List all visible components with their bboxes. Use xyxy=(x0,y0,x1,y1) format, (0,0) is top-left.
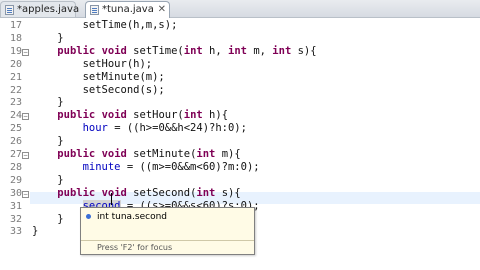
popup-field-entry[interactable]: int tuna.second xyxy=(83,211,167,223)
code-text: s){ xyxy=(291,44,317,57)
keyword-token: public xyxy=(57,44,96,57)
keyword-token: int xyxy=(272,44,292,57)
code-line[interactable]: } xyxy=(32,173,64,186)
line-number: 30 xyxy=(9,187,22,199)
keyword-token: int xyxy=(196,148,216,160)
code-line[interactable]: setTime(h,m,s); xyxy=(32,19,178,31)
line-number: 28 xyxy=(9,161,22,173)
line-number: 29 xyxy=(9,174,22,186)
code-text: } xyxy=(32,31,64,44)
line-number: 18 xyxy=(9,32,22,44)
code-line[interactable]: public void setSecond(int s){ xyxy=(32,186,241,199)
keyword-token: public xyxy=(57,186,96,199)
code-text: setHour( xyxy=(126,109,184,122)
line-number: 21 xyxy=(9,71,22,83)
code-text: } xyxy=(32,135,64,148)
code-text: setTime( xyxy=(126,44,184,57)
editor-tab-bar: *apples.java *tuna.java ✕ xyxy=(0,0,480,19)
code-line[interactable]: public void setMinute(int m){ xyxy=(32,148,241,160)
code-line[interactable]: minute = ((m>=0&&m<60)?m:0); xyxy=(32,161,260,173)
code-line[interactable]: setHour(h); xyxy=(32,57,153,70)
code-text: setMinute( xyxy=(126,148,197,160)
code-text: = ((m>=0&&m<60)?m:0); xyxy=(120,160,260,173)
code-text: h, xyxy=(202,44,229,57)
code-line[interactable]: } xyxy=(32,135,64,148)
code-text: setTime(h,m,s); xyxy=(32,19,178,31)
code-line[interactable]: setSecond(s); xyxy=(32,84,165,96)
text-cursor xyxy=(111,193,112,205)
code-line[interactable]: } xyxy=(32,212,64,225)
field-token: minute xyxy=(82,160,121,173)
code-text: m, xyxy=(247,44,273,57)
line-number: 17 xyxy=(9,20,22,31)
tab-label: *apples.java xyxy=(17,4,80,15)
keyword-token: public xyxy=(57,109,96,122)
field-token: hour xyxy=(82,122,108,135)
line-number: 26 xyxy=(9,136,22,148)
keyword-token: void xyxy=(101,148,127,160)
code-text: h){ xyxy=(202,109,229,122)
close-tab-icon[interactable]: ✕ xyxy=(158,2,166,17)
code-line[interactable]: public void setHour(int h){ xyxy=(32,109,228,121)
line-number: 33 xyxy=(9,226,22,238)
popup-status-bar: Press 'F2' for focus xyxy=(81,240,254,254)
popup-item-label: int tuna.second xyxy=(97,212,168,222)
code-line[interactable]: } xyxy=(32,225,38,237)
code-line[interactable]: } xyxy=(32,96,64,109)
tab-label: *tuna.java xyxy=(102,4,154,15)
code-text: = ((h>=0&&h<24)?h:0); xyxy=(107,122,247,135)
code-text: setHour(h); xyxy=(32,57,153,70)
line-number: 23 xyxy=(9,97,22,109)
line-number: 31 xyxy=(9,200,22,212)
line-number: 22 xyxy=(9,84,22,96)
line-number: 25 xyxy=(9,123,22,135)
keyword-token: int xyxy=(228,44,247,57)
fold-toggle-icon[interactable]: − xyxy=(22,190,29,198)
code-text: setSecond(s); xyxy=(32,83,165,96)
code-text: } xyxy=(32,225,39,238)
line-number: 19 xyxy=(9,45,22,57)
code-line[interactable]: public void setTime(int h, int m, int s)… xyxy=(32,44,317,57)
keyword-token: int xyxy=(183,109,203,122)
code-text: s){ xyxy=(215,186,241,199)
code-line[interactable]: hour = ((h>=0&&h<24)?h:0); xyxy=(32,122,247,134)
java-file-icon xyxy=(90,5,99,15)
fold-toggle-icon[interactable]: − xyxy=(22,113,29,121)
code-text: } xyxy=(32,212,64,225)
keyword-token: int xyxy=(183,44,203,57)
line-number: 32 xyxy=(9,213,22,225)
line-number: 24 xyxy=(9,110,22,122)
code-text: setSecond( xyxy=(126,186,197,199)
keyword-token: void xyxy=(101,186,127,199)
field-icon xyxy=(86,214,91,219)
code-line[interactable]: } xyxy=(32,31,64,44)
code-text: setMinute(m); xyxy=(32,70,165,83)
code-line[interactable]: setMinute(m); xyxy=(32,71,165,83)
tab-tuna-java[interactable]: *tuna.java ✕ xyxy=(85,1,170,19)
keyword-token: public xyxy=(57,148,96,160)
java-file-icon xyxy=(5,5,14,15)
keyword-token: int xyxy=(196,186,216,199)
hover-info-popup[interactable]: int tuna.second Press 'F2' for focus xyxy=(80,207,255,255)
fold-toggle-icon[interactable]: − xyxy=(22,152,29,159)
tab-apples-java[interactable]: *apples.java xyxy=(0,1,80,17)
keyword-token: void xyxy=(101,44,127,57)
fold-toggle-icon[interactable]: − xyxy=(22,48,29,56)
line-number-gutter: 17 18 19−20 21 22 23 24−25 26 27−28 29 30−31 32 33 xyxy=(0,18,30,270)
line-number: 27 xyxy=(9,149,22,160)
line-number: 20 xyxy=(9,58,22,70)
code-text: } xyxy=(32,173,64,186)
keyword-token: void xyxy=(101,109,127,122)
code-text: m){ xyxy=(215,148,241,160)
code-text: } xyxy=(32,96,64,109)
